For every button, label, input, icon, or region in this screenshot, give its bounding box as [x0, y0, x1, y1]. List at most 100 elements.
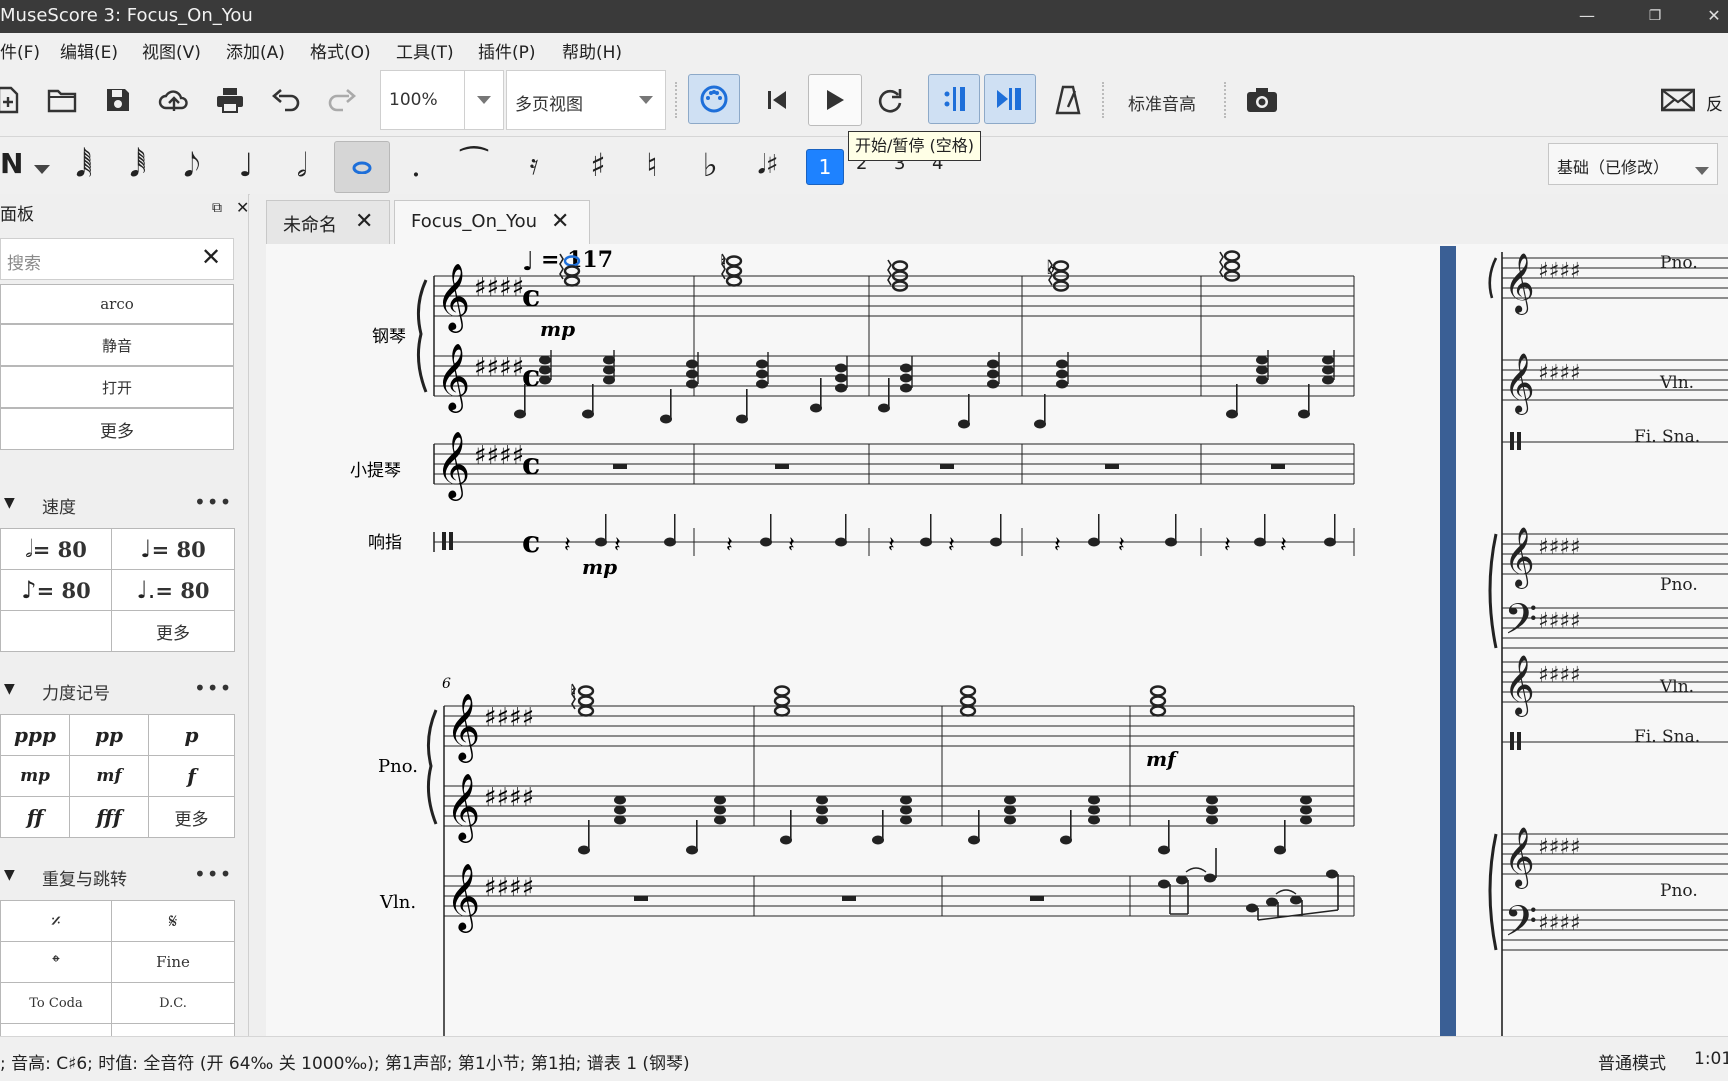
palette-cell-open[interactable]: 打开 — [0, 366, 234, 408]
play-repeats-toggle[interactable] — [928, 74, 980, 124]
rest-icon[interactable]: 𝄿 — [512, 143, 556, 187]
maximize-button[interactable]: ❐ — [1630, 2, 1680, 30]
half-note-icon[interactable]: 𝅗𝅥 — [280, 143, 324, 187]
svg-text:♯♯♯♯: ♯♯♯♯ — [1538, 535, 1581, 560]
menu-view[interactable]: 视图(V) — [142, 38, 201, 63]
palette-section-repeats[interactable]: ▼ 重复与跳转 ••• — [0, 862, 245, 892]
eighth-note-icon[interactable]: 𝅘𝅥𝅮 — [170, 143, 214, 187]
tab-focus-on-you[interactable]: Focus_On_You ✕ — [394, 200, 590, 244]
toolbar-grip[interactable] — [1224, 82, 1230, 118]
more-options-icon[interactable]: ••• — [194, 676, 232, 700]
menu-edit[interactable]: 编辑(E) — [60, 38, 118, 63]
feedback-mail-icon[interactable] — [1658, 80, 1698, 120]
tempo-dotted-quarter-80[interactable]: ♩. = 80 — [111, 569, 235, 611]
toolbar-grip[interactable] — [675, 82, 681, 118]
tie-icon[interactable]: ⁀ — [452, 143, 496, 187]
dynamic-p[interactable]: p — [148, 714, 235, 756]
close-tab-icon[interactable]: ✕ — [551, 209, 569, 234]
undo-icon[interactable] — [266, 80, 306, 120]
dynamic-mp[interactable]: mp — [0, 755, 70, 797]
dynamic-ff[interactable]: ff — [0, 796, 70, 838]
midi-input-toggle[interactable] — [688, 74, 740, 124]
fine-item[interactable]: Fine — [111, 941, 235, 983]
metronome-icon[interactable] — [1048, 80, 1088, 120]
undock-icon[interactable]: ⧉ — [212, 200, 222, 216]
sixty-fourth-note-icon[interactable]: 𝅘𝅥𝅲 — [62, 143, 106, 187]
concert-pitch-button[interactable]: 标准音高 — [1128, 90, 1196, 115]
natural-icon[interactable]: ♮ — [630, 143, 674, 187]
feedback-label[interactable]: 反 — [1706, 90, 1723, 115]
menu-tools[interactable]: 工具(T) — [396, 38, 454, 63]
play-button[interactable] — [808, 74, 862, 126]
loop-icon[interactable] — [870, 80, 910, 120]
dotted-quarter-note-icon: ♩. — [136, 576, 156, 604]
note-input-mode-button[interactable]: N — [0, 147, 23, 180]
palette-partial-cell[interactable] — [0, 1023, 112, 1036]
redo-icon[interactable] — [322, 80, 362, 120]
score-canvas[interactable]: ♩ = 117 𝄞 𝄞 𝄞 ♯♯♯♯ ♯♯♯♯ ♯♯♯♯ c c c c 钢琴 … — [266, 244, 1728, 1036]
palette-more-button[interactable]: 更多 — [148, 796, 235, 838]
segno-item[interactable]: 𝄋 — [111, 900, 235, 942]
flip-direction-icon[interactable]: 𝅘𝅥♯ — [746, 143, 790, 187]
dc-item[interactable]: D.C. — [111, 982, 235, 1024]
palette-more-button[interactable]: 更多 — [111, 610, 235, 652]
whole-note-button[interactable] — [334, 141, 390, 193]
chevron-down-icon[interactable] — [464, 71, 503, 129]
close-tab-icon[interactable]: ✕ — [355, 209, 373, 234]
palette-section-dynamics[interactable]: ▼ 力度记号 ••• — [0, 676, 245, 706]
menu-add[interactable]: 添加(A) — [226, 38, 285, 63]
palette-cell-arco[interactable]: arco — [0, 284, 234, 324]
view-mode-combo[interactable]: 多页视图 — [506, 70, 666, 130]
tab-untitled[interactable]: 未命名 ✕ — [266, 200, 390, 244]
chevron-down-icon[interactable] — [34, 159, 50, 178]
palette-partial-cell[interactable] — [111, 1023, 235, 1036]
menu-help[interactable]: 帮助(H) — [562, 38, 622, 63]
print-icon[interactable] — [210, 80, 250, 120]
dynamic-ppp[interactable]: ppp — [0, 714, 70, 756]
tempo-eighth-80[interactable]: ♪ = 80 — [0, 569, 112, 611]
toolbar-grip[interactable] — [1102, 82, 1108, 118]
sharp-icon[interactable]: ♯ — [576, 143, 620, 187]
camera-icon[interactable] — [1242, 80, 1282, 120]
upload-cloud-icon[interactable] — [154, 80, 194, 120]
save-icon[interactable] — [98, 80, 138, 120]
section-name: 速度 — [42, 498, 76, 518]
clear-search-icon[interactable]: ✕ — [201, 243, 221, 271]
menu-file[interactable]: 件(F) — [0, 38, 40, 63]
repeat-measure-item[interactable]: 𝄎 — [0, 900, 112, 942]
dynamic-mf[interactable]: mf — [69, 755, 149, 797]
palette-search-input[interactable]: 搜索 ✕ — [0, 238, 234, 280]
flat-icon[interactable]: ♭ — [688, 143, 732, 187]
menu-plugins[interactable]: 插件(P) — [478, 38, 536, 63]
workspace-combo[interactable]: 基础（已修改） — [1548, 143, 1718, 185]
to-coda-item[interactable]: To Coda — [0, 982, 112, 1024]
augmentation-dot-icon[interactable]: . — [394, 143, 438, 187]
pan-score-toggle[interactable] — [984, 74, 1036, 124]
tempo-half-80[interactable]: 𝅗𝅥 = 80 — [0, 528, 112, 570]
new-file-icon[interactable] — [0, 80, 28, 120]
palette-more-button[interactable]: 更多 — [0, 408, 234, 450]
right-page[interactable]: Pno. Vln. Fi. Sna. Pno. Vln. Fi. Sna. Pn… — [1456, 244, 1728, 1036]
thirty-second-note-icon[interactable]: 𝅘𝅥𝅱 — [116, 143, 160, 187]
open-folder-icon[interactable] — [42, 80, 82, 120]
voice-1-button[interactable]: 1 — [806, 149, 844, 185]
more-options-icon[interactable]: ••• — [194, 862, 232, 886]
tempo-quarter-80[interactable]: ♩ = 80 — [111, 528, 235, 570]
chevron-down-icon[interactable] — [627, 71, 665, 129]
quarter-note-icon[interactable]: ♩ — [224, 143, 268, 187]
more-options-icon[interactable]: ••• — [194, 490, 232, 514]
menu-format[interactable]: 格式(O) — [310, 38, 371, 63]
palette-cell-mute[interactable]: 静音 — [0, 324, 234, 366]
minimize-button[interactable]: — — [1562, 2, 1612, 30]
palette-section-tempo[interactable]: ▼ 速度 ••• — [0, 490, 245, 520]
chevron-down-icon[interactable] — [1695, 160, 1709, 179]
svg-text:♯♯♯♯: ♯♯♯♯ — [1538, 259, 1581, 284]
close-icon[interactable]: ✕ — [236, 198, 248, 217]
dynamic-pp[interactable]: pp — [69, 714, 149, 756]
coda-item[interactable]: 𝄌 — [0, 941, 112, 983]
close-window-button[interactable]: ✕ — [1700, 2, 1728, 30]
zoom-combo[interactable]: 100% — [380, 70, 504, 130]
dynamic-f[interactable]: f — [148, 755, 235, 797]
dynamic-fff[interactable]: fff — [69, 796, 149, 838]
rewind-icon[interactable] — [758, 80, 798, 120]
